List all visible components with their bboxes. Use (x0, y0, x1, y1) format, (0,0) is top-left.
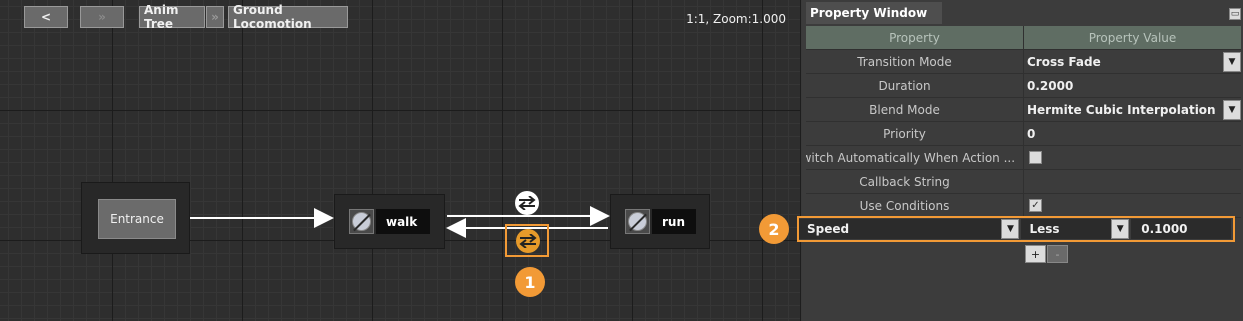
property-row-duration: Duration 0.2000 (806, 74, 1241, 98)
priority-field[interactable]: 0 (1023, 122, 1241, 145)
callout-badge-2: 2 (759, 214, 789, 244)
state-node-walk[interactable]: walk (334, 194, 445, 249)
property-row-use-conditions: Use Conditions ✓ (806, 194, 1241, 218)
transition-mode-select[interactable]: Cross Fade ▼ (1023, 50, 1241, 73)
transition-swap-icon-selected[interactable] (516, 229, 540, 253)
entrance-label: Entrance (98, 199, 176, 239)
condition-value-field[interactable]: 0.1000 (1131, 219, 1231, 239)
property-name: Switch Automatically When Action ... (806, 150, 1016, 165)
switch-automatically-cell (1023, 146, 1241, 169)
property-row-switch-automatically: Switch Automatically When Action ... (806, 146, 1241, 170)
state-node-run[interactable]: run (610, 194, 710, 249)
use-conditions-checkbox[interactable]: ✓ (1029, 199, 1042, 212)
transition-arrows (190, 206, 610, 238)
add-condition-button[interactable]: + (1025, 245, 1046, 263)
state-icon (349, 209, 374, 234)
duration-field[interactable]: 0.2000 (1023, 74, 1241, 97)
property-name: Transition Mode (857, 54, 952, 69)
condition-operator-select[interactable]: Less ▼ (1021, 219, 1130, 239)
chevron-down-icon[interactable]: ▼ (1223, 52, 1241, 72)
property-row-transition-mode: Transition Mode Cross Fade ▼ (806, 50, 1241, 74)
property-row-priority: Priority 0 (806, 122, 1241, 146)
property-name: Callback String (859, 174, 950, 189)
condition-operator-value: Less (1029, 222, 1060, 236)
column-header-value: Property Value (1023, 26, 1241, 49)
property-name: Blend Mode (869, 102, 940, 117)
property-name: Priority (883, 126, 926, 141)
chevron-down-icon[interactable]: ▼ (1111, 219, 1130, 239)
condition-row: Speed ▼ Less ▼ 0.1000 (797, 216, 1235, 242)
transition-swap-icon[interactable] (515, 191, 539, 215)
property-value: Hermite Cubic Interpolation (1027, 102, 1216, 117)
property-row-callback-string: Callback String (806, 170, 1241, 194)
callout-badge-1: 1 (515, 267, 545, 297)
blend-mode-select[interactable]: Hermite Cubic Interpolation ▼ (1023, 98, 1241, 121)
use-conditions-cell: ✓ (1023, 194, 1241, 217)
callback-string-field[interactable] (1023, 170, 1241, 193)
chevron-down-icon[interactable]: ▼ (1001, 219, 1020, 239)
state-label-run: run (652, 209, 696, 234)
property-value: Cross Fade (1027, 54, 1101, 69)
column-header-property: Property (806, 26, 1023, 49)
property-row-blend-mode: Blend Mode Hermite Cubic Interpolation ▼ (806, 98, 1241, 122)
property-table: Property Property Value Transition Mode … (806, 26, 1241, 218)
state-label-walk: walk (376, 209, 430, 234)
property-window-tab[interactable]: Property Window (806, 2, 942, 24)
condition-parameter-value: Speed (807, 222, 850, 236)
state-graph-canvas[interactable]: < » Anim Tree » Ground Locomotion 1:1, Z… (0, 0, 801, 321)
pin-icon[interactable]: ▭ (1229, 8, 1241, 20)
remove-condition-button[interactable]: - (1047, 245, 1068, 263)
entrance-node[interactable]: Entrance (81, 182, 190, 254)
condition-parameter-select[interactable]: Speed ▼ (799, 219, 1020, 239)
table-header: Property Property Value (806, 26, 1241, 50)
property-name: Duration (878, 78, 931, 93)
chevron-down-icon[interactable]: ▼ (1223, 100, 1241, 120)
property-name: Use Conditions (859, 198, 950, 213)
switch-automatically-checkbox[interactable] (1029, 151, 1042, 164)
property-window: Property Window ▭ Property Property Valu… (802, 0, 1243, 321)
condition-buttons: + - (1025, 245, 1068, 263)
state-icon (625, 209, 650, 234)
